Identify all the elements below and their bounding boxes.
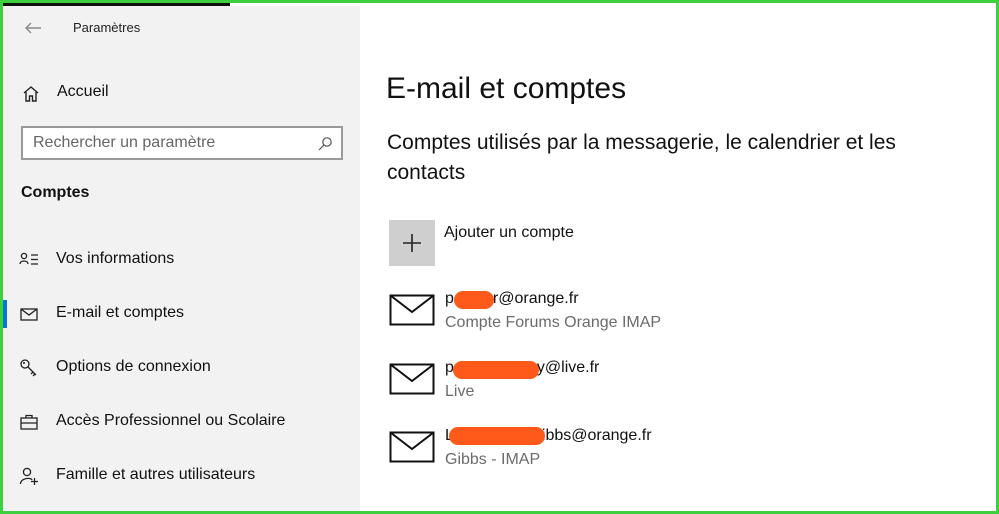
sidebar-item-your-info[interactable]: Vos informations bbox=[3, 242, 360, 278]
sidebar-item-email-accounts[interactable]: E-mail et comptes bbox=[3, 296, 360, 332]
sidebar-item-sign-in-options[interactable]: Options de connexion bbox=[3, 350, 360, 386]
search-input[interactable] bbox=[33, 133, 303, 153]
page-subtitle: Comptes utilisés par la messagerie, le c… bbox=[387, 131, 896, 184]
page-title: E-mail et comptes bbox=[386, 72, 627, 105]
account-type: Compte Forums Orange IMAP bbox=[445, 314, 662, 331]
main-content: E-mail et comptes Comptes utilisés par l… bbox=[360, 6, 996, 511]
account-type: Gibbs - IMAP bbox=[445, 451, 541, 468]
briefcase-icon bbox=[20, 414, 38, 430]
sidebar-item-label: Famille et autres utilisateurs bbox=[56, 466, 256, 483]
account-item[interactable]: p y@live.fr Live bbox=[389, 359, 789, 409]
account-item[interactable]: p r@orange.fr Compte Forums Orange IMAP bbox=[389, 290, 789, 340]
sidebar-item-label: Accès Professionnel ou Scolaire bbox=[56, 412, 286, 429]
mail-icon bbox=[389, 363, 435, 395]
home-label: Accueil bbox=[57, 83, 109, 100]
account-email-suffix: y@live.fr bbox=[536, 359, 600, 376]
mail-icon bbox=[389, 294, 435, 326]
account-type: Live bbox=[445, 383, 475, 400]
back-arrow-icon[interactable] bbox=[23, 20, 43, 36]
account-email-suffix: ibbs@orange.fr bbox=[541, 427, 652, 444]
home-icon bbox=[23, 86, 39, 102]
mail-icon bbox=[389, 431, 435, 463]
mail-icon bbox=[20, 308, 38, 321]
account-item[interactable]: Libbs@orange.fr Gibbs - IMAP bbox=[389, 427, 789, 477]
add-account-label: Ajouter un compte bbox=[444, 224, 574, 241]
sidebar-item-label: Options de connexion bbox=[56, 358, 211, 375]
section-title: Comptes bbox=[21, 184, 90, 201]
redaction-mark bbox=[453, 361, 539, 379]
search-box[interactable] bbox=[21, 126, 343, 160]
plus-icon bbox=[403, 234, 421, 252]
add-person-icon bbox=[19, 467, 38, 485]
selected-indicator bbox=[3, 300, 7, 328]
person-info-icon bbox=[19, 252, 38, 265]
search-icon[interactable] bbox=[317, 136, 333, 152]
add-account-tile[interactable] bbox=[389, 220, 435, 266]
settings-sidebar: Paramètres Accueil Comptes Vos informati… bbox=[3, 6, 360, 511]
sidebar-item-work-school[interactable]: Accès Professionnel ou Scolaire bbox=[3, 404, 360, 440]
add-account-button[interactable]: Ajouter un compte bbox=[389, 220, 689, 266]
key-icon bbox=[20, 359, 37, 377]
sidebar-item-family[interactable]: Famille et autres utilisateurs bbox=[3, 458, 360, 494]
redaction-mark bbox=[449, 427, 545, 445]
sidebar-item-home[interactable]: Accueil bbox=[3, 78, 360, 110]
account-email-prefix: p bbox=[445, 290, 454, 307]
account-email-suffix: r@orange.fr bbox=[492, 290, 579, 307]
redaction-mark bbox=[454, 291, 494, 309]
window-title: Paramètres bbox=[73, 20, 141, 35]
sidebar-item-label: E-mail et comptes bbox=[56, 304, 185, 321]
sidebar-item-label: Vos informations bbox=[56, 250, 175, 267]
